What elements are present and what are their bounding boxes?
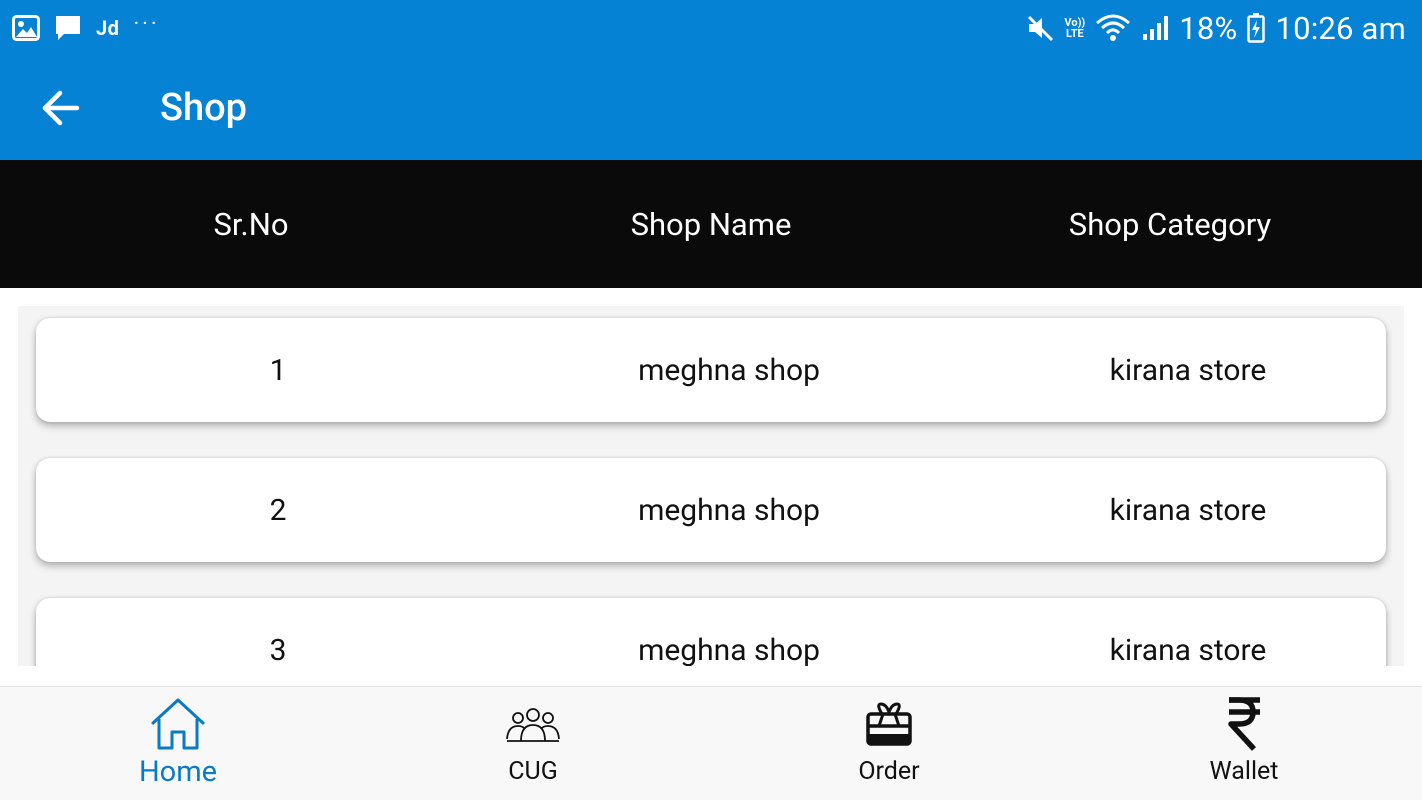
back-button[interactable] bbox=[30, 78, 90, 138]
nav-label-home: Home bbox=[138, 755, 218, 789]
page-title: Shop bbox=[160, 86, 248, 130]
message-icon bbox=[54, 14, 82, 42]
row-sr-no: 1 bbox=[269, 352, 287, 388]
nav-item-order[interactable]: Order bbox=[711, 687, 1067, 800]
row-sr-no: 2 bbox=[269, 492, 287, 528]
status-bar-left: Jd ··· bbox=[12, 10, 160, 46]
signal-icon bbox=[1141, 14, 1169, 42]
nav-label-cug: CUG bbox=[508, 757, 558, 786]
header-shop-name: Shop Name bbox=[630, 205, 792, 243]
table-header: Sr.No Shop Name Shop Category bbox=[0, 160, 1422, 288]
row-shop-category: kirana store bbox=[1109, 352, 1267, 388]
row-shop-name: meghna shop bbox=[638, 352, 820, 388]
status-time: 10:26 am bbox=[1275, 9, 1406, 47]
row-shop-category: kirana store bbox=[1109, 492, 1267, 528]
nav-label-wallet: Wallet bbox=[1209, 757, 1279, 786]
nav-item-wallet[interactable]: Wallet bbox=[1066, 687, 1422, 800]
group-icon bbox=[355, 695, 711, 753]
nav-item-home[interactable]: Home bbox=[0, 687, 356, 800]
table-row[interactable]: 1 meghna shop kirana store bbox=[36, 318, 1386, 422]
app-bar: Shop bbox=[0, 56, 1422, 160]
jd-notification-label: Jd bbox=[96, 16, 120, 40]
status-bar: Jd ··· Vo)) LTE 18% 10:26 am bbox=[0, 0, 1422, 56]
table-row[interactable]: 2 meghna shop kirana store bbox=[36, 458, 1386, 562]
table-row[interactable]: 3 meghna shop kirana store bbox=[36, 598, 1386, 666]
nav-item-cug[interactable]: CUG bbox=[355, 687, 711, 800]
header-shop-category: Shop Category bbox=[1068, 205, 1272, 243]
more-notifications-icon: ··· bbox=[133, 11, 160, 37]
battery-percent: 18% bbox=[1179, 9, 1238, 47]
bottom-navigation: Home CUG Order Wallet bbox=[0, 686, 1422, 800]
gift-box-icon bbox=[711, 695, 1067, 753]
shop-list[interactable]: 1 meghna shop kirana store 2 meghna shop… bbox=[0, 288, 1422, 666]
gallery-icon bbox=[12, 15, 40, 41]
volte-indicator: Vo)) LTE bbox=[1064, 16, 1086, 40]
row-shop-category: kirana store bbox=[1109, 632, 1267, 667]
row-shop-name: meghna shop bbox=[638, 632, 820, 667]
shop-list-container: 1 meghna shop kirana store 2 meghna shop… bbox=[18, 306, 1404, 666]
header-sr-no: Sr.No bbox=[213, 205, 289, 243]
row-shop-name: meghna shop bbox=[638, 492, 820, 528]
rupee-icon bbox=[1066, 695, 1422, 753]
mute-icon bbox=[1026, 14, 1054, 42]
row-sr-no: 3 bbox=[269, 632, 287, 667]
status-bar-right: Vo)) LTE 18% 10:26 am bbox=[1026, 8, 1406, 48]
arrow-left-icon bbox=[40, 90, 80, 126]
home-icon bbox=[0, 695, 356, 753]
battery-charging-icon bbox=[1247, 13, 1266, 43]
wifi-icon bbox=[1095, 13, 1131, 43]
nav-label-order: Order bbox=[858, 757, 920, 786]
